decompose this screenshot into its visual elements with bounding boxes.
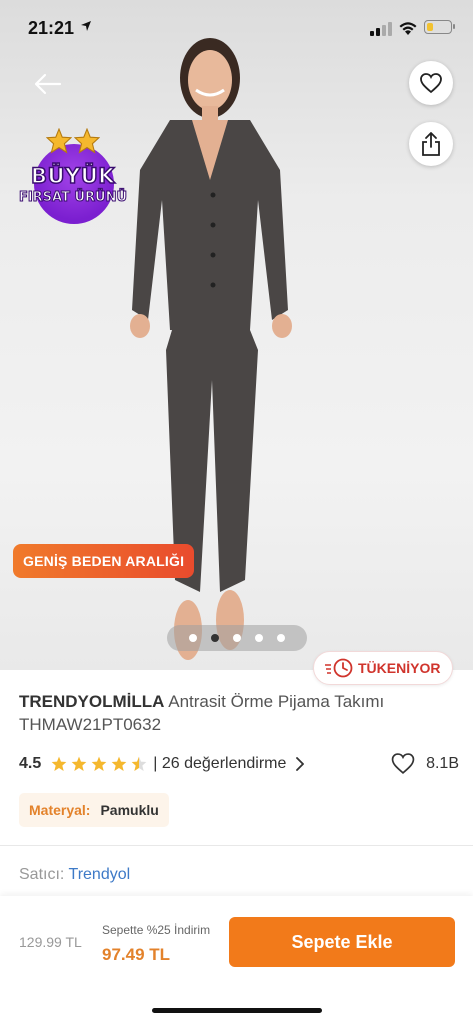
star-icon	[111, 756, 127, 771]
pagination-dot[interactable]	[277, 634, 285, 642]
size-range-label: GENİŞ BEDEN ARALIĞI	[13, 544, 195, 578]
material-value: Pamuklu	[100, 802, 159, 818]
divider	[0, 845, 473, 846]
battery-icon	[424, 20, 455, 34]
product-image-gallery[interactable]: 21:21 BÜYÜK FIRSAT ÜRÜNÜ GENİŞ BEDEN ARA…	[0, 0, 473, 670]
big-deal-badge: BÜYÜK FIRSAT ÜRÜNÜ	[14, 128, 132, 228]
status-bar: 21:21	[0, 0, 473, 56]
pagination-dot[interactable]	[189, 634, 197, 642]
heart-icon	[420, 73, 442, 94]
add-to-cart-button[interactable]: Sepete Ekle	[229, 917, 455, 967]
soldout-badge: TÜKENİYOR	[313, 651, 454, 685]
original-price: 129.99 TL	[19, 934, 82, 950]
star-icon	[91, 756, 107, 771]
heart-icon	[391, 753, 415, 775]
rating-row[interactable]: 4.5 | 26 değerlendirme 8.1B	[19, 752, 459, 776]
back-arrow-icon[interactable]	[30, 66, 66, 102]
badge-title: BÜYÜK	[30, 163, 116, 189]
brand-name[interactable]: TRENDYOLMİLLA	[19, 692, 164, 711]
chevron-right-icon	[296, 757, 305, 771]
seller-label: Satıcı:	[19, 866, 65, 883]
star-icon	[46, 128, 72, 154]
clock-icon	[325, 658, 353, 678]
star-icon	[71, 756, 87, 771]
review-count-link[interactable]: | 26 değerlendirme	[153, 755, 286, 773]
seller-info: Satıcı: Trendyol	[19, 866, 130, 884]
pagination-dot[interactable]	[255, 634, 263, 642]
rating-value: 4.5	[19, 755, 42, 772]
basket-discount-label: Sepette %25 İndirim	[102, 923, 211, 937]
discounted-price: 97.49 TL	[102, 945, 171, 964]
star-icon	[51, 756, 67, 771]
badge-subtitle: FIRSAT ÜRÜNÜ	[18, 190, 128, 206]
share-icon	[422, 132, 440, 156]
share-button[interactable]	[409, 122, 453, 166]
battery-level	[427, 23, 433, 31]
rating-stars	[51, 756, 147, 772]
pagination-dot[interactable]	[211, 634, 219, 642]
likes-label: 8.1B	[426, 754, 459, 772]
pagination-dot[interactable]	[233, 634, 241, 642]
favorites-count[interactable]: 8.1B	[390, 752, 459, 775]
favorite-button[interactable]	[409, 61, 453, 105]
star-icon	[131, 756, 147, 771]
soldout-label: TÜKENİYOR	[358, 660, 441, 676]
location-arrow-icon	[81, 21, 91, 31]
material-key: Materyal:	[29, 802, 91, 818]
seller-name-link[interactable]: Trendyol	[69, 866, 131, 883]
product-name: Antrasit Örme Pijama Takımı	[168, 692, 385, 711]
product-title: TRENDYOLMİLLA Antrasit Örme Pijama Takım…	[19, 690, 459, 736]
home-indicator[interactable]	[152, 1008, 322, 1013]
material-tag: Materyal: Pamuklu	[19, 793, 169, 827]
add-to-cart-bar: 129.99 TL Sepette %25 İndirim 97.49 TL S…	[0, 896, 473, 1024]
product-code: THMAW21PT0632	[19, 715, 162, 734]
gallery-pagination[interactable]	[167, 625, 307, 651]
clock-time: 21:21	[28, 18, 75, 38]
cellular-signal-icon	[370, 22, 392, 36]
star-icon	[74, 128, 100, 154]
wifi-icon	[399, 22, 417, 35]
